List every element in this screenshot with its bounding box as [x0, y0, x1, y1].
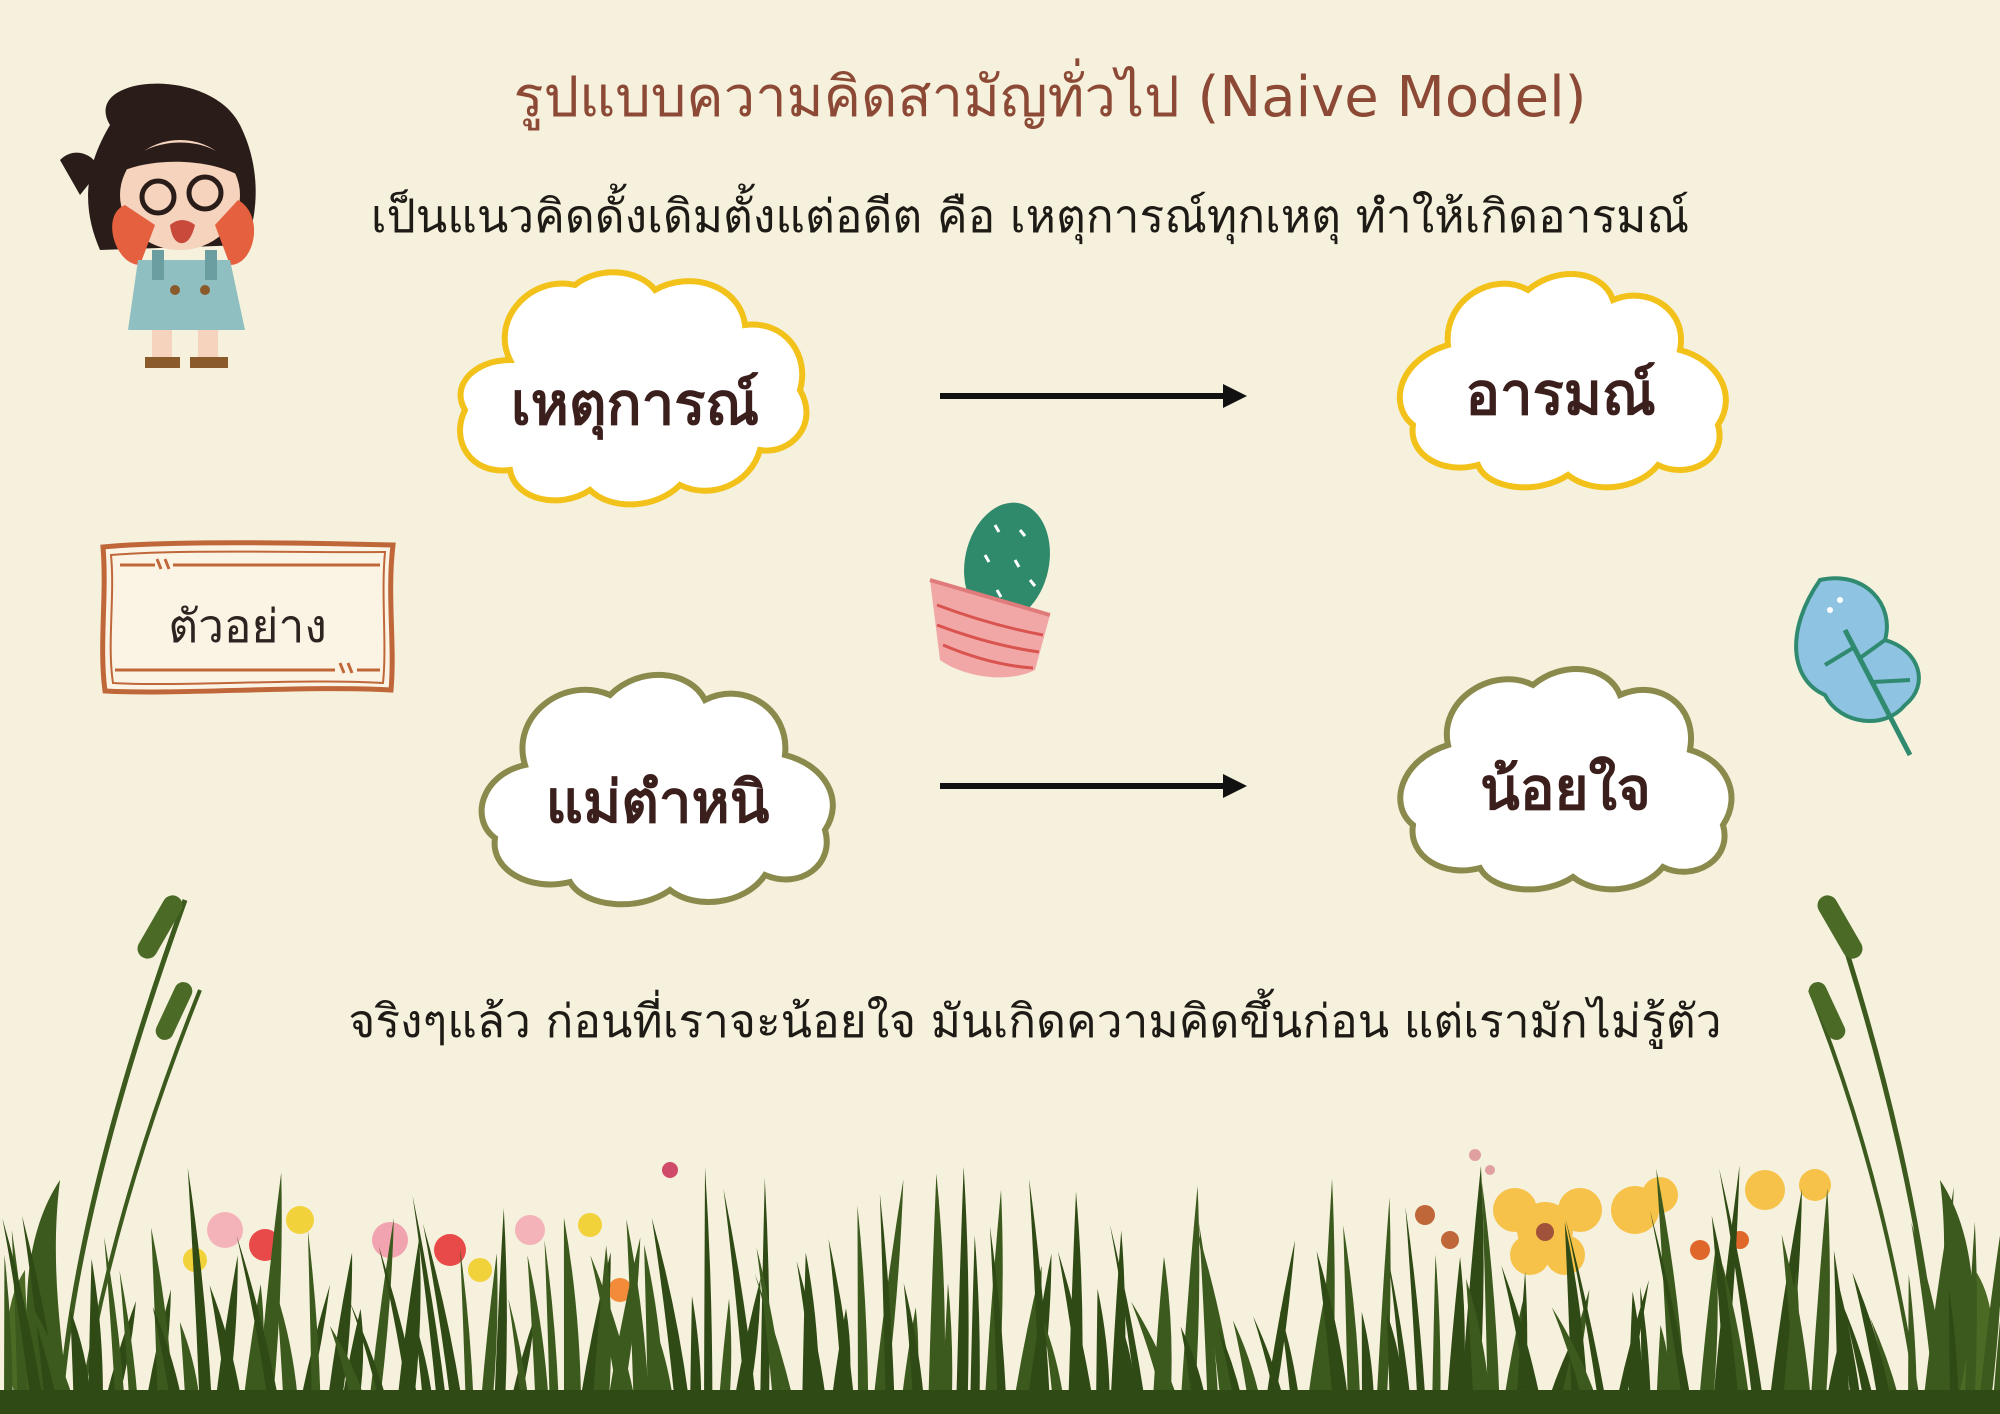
grass-blade	[460, 1248, 475, 1414]
grass-blade	[857, 1205, 869, 1414]
example-effect-label: น้อยใจ	[1480, 755, 1651, 823]
cactus-icon	[929, 502, 1051, 678]
grass-blade	[563, 1217, 582, 1414]
grass-blade	[970, 1235, 980, 1414]
footer-note: จริงๆแล้ว ก่อนที่เราจะน้อยใจ มันเกิดความ…	[348, 994, 1722, 1048]
effect-label: อารมณ์	[1465, 360, 1656, 428]
grass-icon	[0, 1165, 2000, 1414]
slide: รูปแบบความคิดสามัญทั่วไป (Naive Model) เ…	[0, 0, 2000, 1414]
grass-blade	[480, 1253, 498, 1414]
example-tag-label: ตัวอย่าง	[168, 599, 327, 653]
grass-blade	[1376, 1197, 1391, 1414]
grass-blade	[928, 1173, 945, 1414]
subtitle: เป็นแนวคิดดั้งเดิมตั้งแต่อดีต คือ เหตุกา…	[370, 189, 1690, 243]
example-cause-cloud: แม่ตำหนิ	[470, 660, 845, 920]
grass-blade	[104, 1237, 126, 1414]
leaf-icon	[1794, 576, 1921, 757]
arrow-cause-to-effect	[940, 384, 1247, 408]
example-effect-cloud: น้อยใจ	[1388, 660, 1743, 905]
grass-blade	[956, 1166, 969, 1414]
grass-blade	[704, 1166, 713, 1414]
cause-label: เหตุการณ์	[510, 370, 760, 438]
page-title: รูปแบบความคิดสามัญทั่วไป (Naive Model)	[513, 65, 1587, 130]
example-cause-label: แม่ตำหนิ	[545, 768, 770, 836]
cause-cloud: เหตุการณ์	[450, 265, 820, 520]
grass-blade	[1810, 1188, 1830, 1414]
arrow-example	[940, 774, 1247, 798]
grass-blade	[1964, 1221, 1977, 1414]
example-tag: ตัวอย่าง	[95, 535, 400, 700]
crying-girl-icon	[60, 83, 256, 368]
effect-cloud: อารมณ์	[1388, 265, 1733, 500]
